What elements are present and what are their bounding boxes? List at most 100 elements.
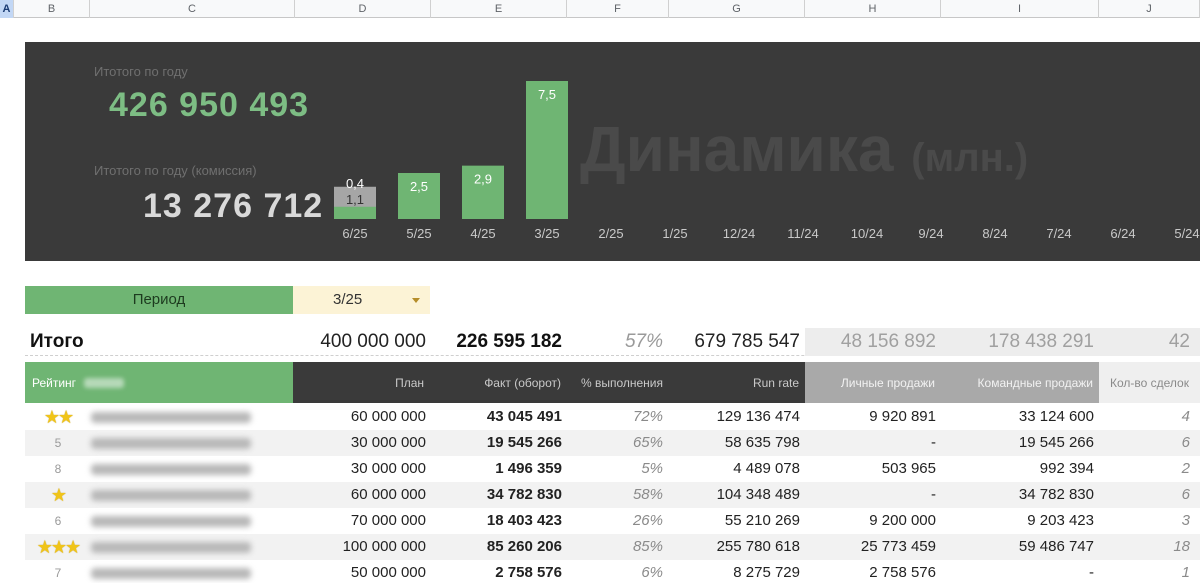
pct-cell: 5% [641,460,663,477]
employee-name [91,430,251,456]
totals-label: Итого [30,331,84,352]
period-dropdown[interactable]: 3/25 [293,286,430,314]
pct-cell: 65% [632,434,663,451]
header-deals[interactable]: Кол-во сделок [1099,362,1200,403]
table-row[interactable]: ★★★ 100 000 000 85 260 206 85% 255 780 6… [25,534,1200,560]
blurred-text [91,490,251,501]
personal-cell: 9 920 891 [869,408,936,425]
fact-cell: 1 496 359 [495,460,562,477]
header-fact[interactable]: Факт (оборот) [430,362,567,403]
column-header-f[interactable]: F [567,0,669,18]
totals-plan: 400 000 000 [320,331,426,352]
blurred-text [91,438,251,449]
personal-cell: 25 773 459 [860,538,936,555]
x-tick-label: 6/24 [1110,226,1135,241]
table-row[interactable]: 7 50 000 000 2 758 576 6% 8 275 729 2 75… [25,560,1200,583]
employee-name [91,560,251,583]
employee-name [91,404,251,430]
personal-cell: 2 758 576 [869,564,936,581]
table-row[interactable]: 6 70 000 000 18 403 423 26% 55 210 269 9… [25,508,1200,534]
run-rate-cell: 58 635 798 [724,434,800,451]
employee-name [91,508,251,534]
column-header-e[interactable]: E [431,0,567,18]
column-header-a[interactable]: A [0,0,14,18]
header-plan[interactable]: План [293,362,430,403]
header-pct[interactable]: % выполнения [567,362,669,403]
fact-cell: 34 782 830 [486,486,562,503]
data-label: 7,5 [538,87,556,102]
totals-pct: 57% [624,331,663,352]
team-cell: 992 394 [1039,460,1094,477]
run-rate-cell: 4 489 078 [733,460,800,477]
rank-number: 7 [54,566,62,580]
x-tick-label: 5/25 [406,226,431,241]
header-rating[interactable]: Рейтинг [25,362,293,403]
x-tick-label: 4/25 [470,226,495,241]
x-tick-label: 1/25 [662,226,687,241]
deals-cell: 2 [1181,460,1190,477]
pct-cell: 6% [641,564,663,581]
run-rate-cell: 104 348 489 [716,486,800,503]
x-tick-label: 2/25 [598,226,623,241]
deals-cell: 18 [1173,538,1190,555]
header-personal[interactable]: Личные продажи [805,362,941,403]
team-cell: 59 486 747 [1018,538,1094,555]
rank-number: 6 [54,514,62,528]
column-header-b[interactable]: B [14,0,90,18]
table-row[interactable]: 5 30 000 000 19 545 266 65% 58 635 798 -… [25,430,1200,456]
x-tick-label: 5/24 [1174,226,1199,241]
rank-stars: ★ [50,485,67,505]
totals-deals: 42 [1099,328,1200,356]
totals-row: Итого 400 000 000 226 595 182 57% 679 78… [25,328,1200,356]
header-team[interactable]: Командные продажи [941,362,1099,403]
x-tick-label: 11/24 [787,226,819,241]
column-header-g[interactable]: G [669,0,805,18]
personal-cell: 503 965 [881,460,936,477]
table-row[interactable]: ★★ 60 000 000 43 045 491 72% 129 136 474… [25,404,1200,430]
data-label: 2,9 [474,172,492,187]
totals-run-rate: 679 785 547 [694,331,800,352]
chevron-down-icon[interactable] [412,298,420,303]
column-header-c[interactable]: C [90,0,295,18]
blurred-text [91,412,251,423]
dynamics-banner: Динамика (млн.) Итотого по году 426 950 … [25,42,1200,261]
plan-cell: 60 000 000 [350,486,426,503]
pct-cell: 58% [632,486,663,503]
personal-cell: 9 200 000 [869,512,936,529]
plan-cell: 60 000 000 [350,408,426,425]
team-cell: 9 203 423 [1027,512,1094,529]
x-tick-label: 10/24 [851,226,884,241]
fact-cell: 43 045 491 [486,408,562,425]
run-rate-cell: 55 210 269 [724,512,800,529]
data-label: 0,4 [346,176,364,191]
column-header-d[interactable]: D [295,0,431,18]
column-header-j[interactable]: J [1099,0,1200,18]
team-cell: 34 782 830 [1018,486,1094,503]
deals-cell: 6 [1181,486,1190,503]
table-row[interactable]: 8 30 000 000 1 496 359 5% 4 489 078 503 … [25,456,1200,482]
run-rate-cell: 255 780 618 [716,538,800,555]
plan-cell: 30 000 000 [350,460,426,477]
period-value: 3/25 [333,291,363,308]
rank-stars: ★★ [43,407,74,427]
period-label: Период [25,286,293,314]
x-tick-label: 6/25 [342,226,367,241]
fact-cell: 2 758 576 [495,564,562,581]
fact-cell: 85 260 206 [486,538,562,555]
rank-number: 5 [54,436,62,450]
blurred-text [84,377,125,388]
blurred-text [91,542,251,553]
table-row[interactable]: ★ 60 000 000 34 782 830 58% 104 348 489 … [25,482,1200,508]
table-header: Рейтинг План Факт (оборот) % выполнения … [25,362,1200,403]
x-tick-label: 9/24 [918,226,943,241]
column-header-h[interactable]: H [805,0,941,18]
column-header-bar: A B C D E F G H I J [0,0,1200,18]
run-rate-cell: 129 136 474 [716,408,800,425]
column-header-i[interactable]: I [941,0,1099,18]
header-run-rate[interactable]: Run rate [669,362,805,403]
x-tick-label: 3/25 [534,226,559,241]
plan-cell: 100 000 000 [342,538,426,555]
totals-team: 178 438 291 [941,328,1099,356]
x-tick-label: 8/24 [982,226,1007,241]
deals-cell: 6 [1181,434,1190,451]
